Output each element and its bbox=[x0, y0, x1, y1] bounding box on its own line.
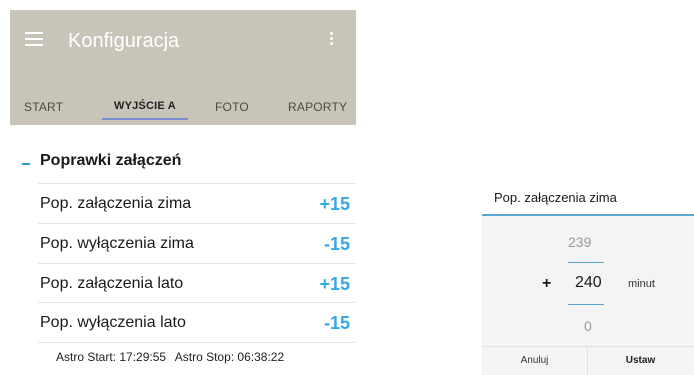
row-value: +15 bbox=[319, 194, 350, 214]
list-item[interactable]: Pop. wyłączenia zima -15 bbox=[38, 226, 356, 262]
list-item[interactable]: Pop. załączenia lato +15 bbox=[38, 266, 356, 302]
picker-current-value[interactable]: 240 bbox=[575, 274, 602, 292]
number-picker-dialog: Pop. załączenia zima 239 + 240 minut 0 A… bbox=[482, 172, 694, 375]
row-value: -15 bbox=[323, 234, 350, 254]
divider bbox=[38, 183, 356, 184]
picker-selection-line-bottom bbox=[568, 304, 604, 305]
row-label: Pop. załączenia zima bbox=[40, 195, 192, 212]
row-value: -15 bbox=[323, 313, 350, 333]
app-bar: Konfiguracja bbox=[10, 10, 356, 70]
picker-previous-value[interactable]: 239 bbox=[568, 234, 591, 250]
divider bbox=[38, 342, 356, 343]
more-vert-icon[interactable] bbox=[328, 32, 334, 48]
row-label: Pop. załączenia lato bbox=[40, 275, 184, 292]
astro-stop: Astro Stop: 06:38:22 bbox=[174, 350, 285, 364]
set-button[interactable]: Ustaw bbox=[588, 347, 693, 375]
app-title: Konfiguracja bbox=[68, 30, 180, 52]
cancel-button[interactable]: Anuluj bbox=[482, 347, 587, 375]
section-header[interactable]: Poprawki załączeń bbox=[10, 148, 356, 180]
list-item[interactable]: Pop. wyłączenia lato -15 bbox=[38, 305, 356, 341]
tab-foto[interactable]: FOTO bbox=[215, 100, 249, 114]
tab-wyjscie-a[interactable]: WYJŚCIE A bbox=[114, 100, 176, 112]
dialog-buttons: Anuluj Ustaw bbox=[482, 346, 694, 375]
unit-label: minut bbox=[628, 278, 655, 290]
row-label: Pop. wyłączenia zima bbox=[40, 235, 194, 252]
collapse-minus-icon[interactable] bbox=[22, 163, 30, 165]
row-value: +15 bbox=[319, 274, 350, 294]
divider bbox=[38, 223, 356, 224]
number-picker: 239 + 240 minut 0 bbox=[482, 216, 694, 346]
tab-bar: START WYJŚCIE A FOTO RAPORTY bbox=[10, 70, 356, 125]
tab-raporty[interactable]: RAPORTY bbox=[288, 100, 347, 114]
tab-start[interactable]: START bbox=[24, 100, 63, 114]
sign-label: + bbox=[542, 275, 552, 292]
hamburger-menu-icon[interactable] bbox=[25, 32, 45, 46]
list-item[interactable]: Pop. załączenia zima +15 bbox=[38, 186, 356, 222]
active-tab-indicator bbox=[102, 118, 188, 120]
dialog-title: Pop. załączenia zima bbox=[494, 190, 617, 205]
row-label: Pop. wyłączenia lato bbox=[40, 314, 186, 331]
astro-times: Astro Start: 17:29:55 Astro Stop: 06:38:… bbox=[56, 350, 290, 364]
section-title: Poprawki załączeń bbox=[40, 152, 182, 169]
app-screen: Konfiguracja START WYJŚCIE A FOTO RAPORT… bbox=[10, 10, 356, 370]
picker-next-value[interactable]: 0 bbox=[584, 318, 592, 334]
divider bbox=[38, 302, 356, 303]
picker-selection-line-top bbox=[568, 262, 604, 263]
astro-start: Astro Start: 17:29:55 bbox=[56, 350, 167, 364]
divider bbox=[38, 263, 356, 264]
